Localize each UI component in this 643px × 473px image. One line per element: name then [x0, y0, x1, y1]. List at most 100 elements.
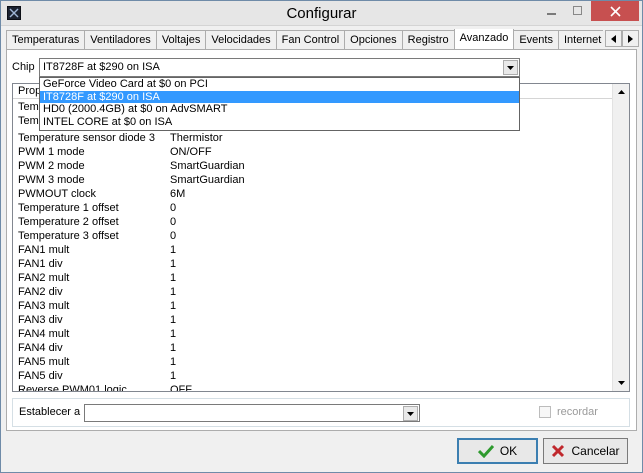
ok-button[interactable]: OK	[457, 438, 538, 464]
list-rows: Temperature sensor diode 3 Thermistor PWM …	[13, 131, 613, 392]
chevron-up-icon	[617, 90, 625, 94]
list-item[interactable]: FAN5 div 1	[13, 369, 613, 383]
chip-option-selected[interactable]: IT8728F at $290 on ISA	[40, 90, 519, 103]
recordar-label: recordar	[557, 406, 598, 418]
property-name: FAN2 mult	[18, 272, 70, 284]
property-name: PWM 1 mode	[18, 146, 85, 158]
chip-option[interactable]: INTEL CORE at $0 on ISA	[40, 116, 519, 129]
recordar-checkbox[interactable]	[539, 406, 551, 418]
list-item[interactable]: Temperature sensor diode 3 Thermistor	[13, 131, 613, 145]
tab-scroll-left-button[interactable]	[605, 30, 622, 47]
list-item[interactable]: Reverse PWM01 logic OFF	[13, 383, 613, 392]
tab-velocidades[interactable]: Velocidades	[205, 30, 277, 49]
list-item[interactable]: FAN2 mult 1	[13, 271, 613, 285]
property-name: Reverse PWM01 logic	[18, 384, 127, 392]
property-value: SmartGuardian	[170, 160, 245, 172]
establecer-select[interactable]	[84, 404, 420, 422]
property-value: 1	[170, 244, 177, 256]
property-value: 0	[170, 230, 177, 242]
minimize-button[interactable]	[538, 1, 565, 21]
chip-dropdown-list[interactable]: GeForce Video Card at $0 on PCI IT8728F …	[39, 77, 520, 131]
chip-option[interactable]: HD0 (2000.4GB) at $0 on AdvSMART	[40, 103, 519, 116]
list-item[interactable]: PWM 1 mode ON/OFF	[13, 145, 613, 159]
property-name: FAN4 div	[18, 342, 63, 354]
property-value: 6M	[170, 188, 186, 200]
list-item[interactable]: FAN1 mult 1	[13, 243, 613, 257]
tab-ventiladores[interactable]: Ventiladores	[84, 30, 157, 49]
property-value: 1	[170, 328, 177, 340]
establecer-dropdown-button[interactable]	[403, 406, 418, 421]
list-item[interactable]: FAN3 mult 1	[13, 299, 613, 313]
property-value: ON/OFF	[170, 146, 212, 158]
list-item[interactable]: Temperature 1 offset 0	[13, 201, 613, 215]
property-value: 1	[170, 286, 177, 298]
list-item[interactable]: FAN5 mult 1	[13, 355, 613, 369]
property-value: 1	[170, 370, 177, 382]
chip-select-value: IT8728F at $290 on ISA	[43, 61, 160, 73]
property-value: 1	[170, 314, 177, 326]
checkmark-icon	[477, 444, 494, 458]
list-item[interactable]: PWM 2 mode SmartGuardian	[13, 159, 613, 173]
list-item[interactable]: PWM 3 mode SmartGuardian	[13, 173, 613, 187]
maximize-button[interactable]	[564, 1, 591, 21]
chevron-down-icon	[407, 411, 414, 416]
chevron-down-icon	[617, 381, 625, 385]
chip-select[interactable]: IT8728F at $290 on ISA	[39, 58, 520, 77]
property-value: 0	[170, 216, 177, 228]
property-name: FAN5 div	[18, 370, 63, 382]
tab-events[interactable]: Events	[513, 30, 559, 49]
scroll-down-button[interactable]	[613, 375, 629, 391]
list-item[interactable]: FAN1 div 1	[13, 257, 613, 271]
tab-voltajes[interactable]: Voltajes	[155, 30, 207, 49]
maximize-icon	[572, 6, 582, 15]
chip-option[interactable]: GeForce Video Card at $0 on PCI	[40, 78, 519, 91]
close-icon	[609, 5, 621, 17]
chip-label: Chip	[12, 61, 35, 73]
chevron-down-icon	[507, 65, 514, 70]
chip-dropdown-button[interactable]	[503, 60, 518, 75]
tab-internet[interactable]: Internet	[557, 30, 603, 49]
property-value: SmartGuardian	[170, 174, 245, 186]
tab-registro[interactable]: Registro	[401, 30, 455, 49]
list-item[interactable]: Temperature 3 offset 0	[13, 229, 613, 243]
tab-temperaturas[interactable]: Temperaturas	[6, 30, 86, 49]
establecer-label: Establecer a	[19, 406, 81, 418]
property-column-header[interactable]: Prop	[18, 85, 41, 97]
tab-avanzado[interactable]: Avanzado	[453, 29, 515, 49]
property-name: PWM 2 mode	[18, 160, 85, 172]
property-value: 1	[170, 258, 177, 270]
tab-strip: Temperaturas Ventiladores Voltajes Veloc…	[6, 29, 603, 49]
vertical-scrollbar[interactable]	[612, 84, 629, 391]
property-name: Temperature 3 offset	[18, 230, 119, 242]
tab-scroll-right-button[interactable]	[622, 30, 639, 47]
title-bar[interactable]: Configurar	[1, 1, 642, 26]
property-name: FAN2 div	[18, 286, 63, 298]
property-value: OFF	[170, 384, 192, 392]
tab-opciones[interactable]: Opciones	[344, 30, 403, 49]
list-item[interactable]: FAN2 div 1	[13, 285, 613, 299]
property-value: 1	[170, 356, 177, 368]
property-name: PWM 3 mode	[18, 174, 85, 186]
property-name: FAN3 mult	[18, 300, 70, 312]
list-item[interactable]: PWMOUT clock 6M	[13, 187, 613, 201]
ok-button-label: OK	[499, 444, 518, 458]
scroll-up-button[interactable]	[613, 84, 629, 100]
tab-fan-control[interactable]: Fan Control	[275, 30, 346, 49]
list-item[interactable]: FAN3 div 1	[13, 313, 613, 327]
property-name: FAN5 mult	[18, 356, 70, 368]
property-value: 1	[170, 272, 177, 284]
list-item[interactable]: FAN4 div 1	[13, 341, 613, 355]
cancel-button[interactable]: Cancelar	[543, 438, 628, 464]
close-button[interactable]	[591, 1, 639, 21]
list-item[interactable]: FAN4 mult 1	[13, 327, 613, 341]
cancel-x-icon	[552, 444, 565, 458]
property-name: Temperature sensor diode 3	[18, 132, 155, 144]
property-name: Temperature 1 offset	[18, 202, 119, 214]
property-value: Thermistor	[170, 132, 223, 144]
minimize-icon	[546, 13, 556, 15]
configurar-window: Configurar Temperaturas Ventiladores Vol…	[0, 0, 643, 473]
property-value: 0	[170, 202, 177, 214]
list-item[interactable]: Temperature 2 offset 0	[13, 215, 613, 229]
cancel-button-label: Cancelar	[571, 444, 620, 458]
property-name: FAN3 div	[18, 314, 63, 326]
